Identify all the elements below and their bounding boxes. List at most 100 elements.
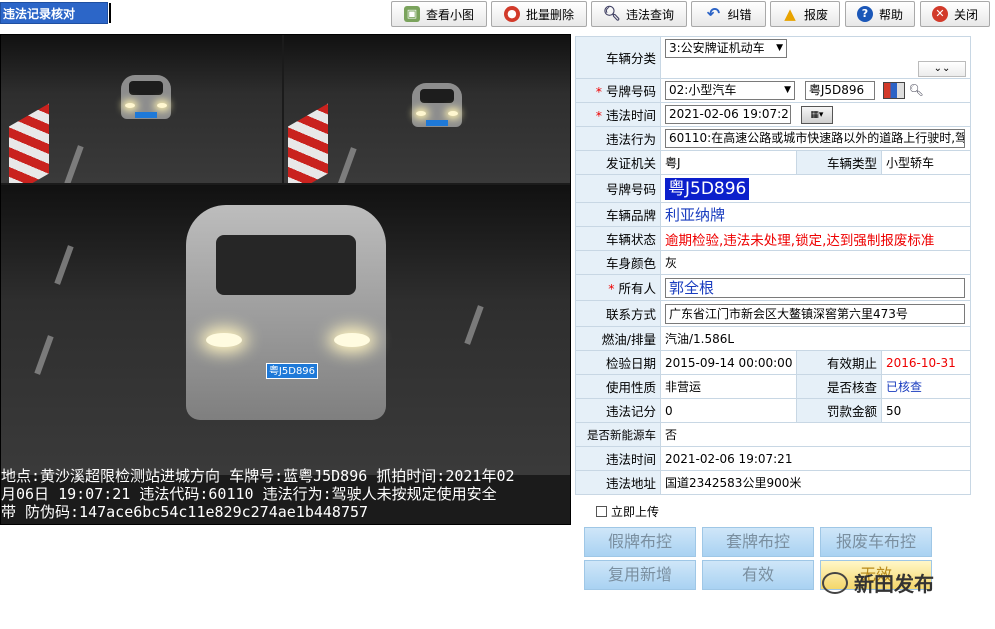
- valid-button[interactable]: 有效: [702, 560, 814, 590]
- caption-line: 地点:黄沙溪超限检测站进城方向 车牌号:蓝粤J5D896 抓拍时间:2021年0…: [1, 467, 515, 485]
- watermark: 新田发布: [822, 568, 934, 597]
- checkbox-box[interactable]: [596, 506, 607, 517]
- correct-button[interactable]: ↶ 纠错: [691, 1, 766, 27]
- violation-query-button[interactable]: 🔍︎ 违法查询: [591, 1, 687, 27]
- capture-photo[interactable]: 粤J5D896 地点:黄沙溪超限检测站进城方向 车牌号:蓝粤J5D896 抓拍时…: [0, 34, 571, 525]
- close-icon: ✕: [931, 6, 948, 22]
- upload-now-checkbox[interactable]: 立即上传: [596, 503, 659, 520]
- plate-type-value: 02:小型汽车: [669, 83, 737, 97]
- usage-value: 非营运: [660, 374, 797, 399]
- expand-button[interactable]: ⌄⌄: [918, 61, 966, 77]
- violation-location-label: 违法地址: [575, 470, 661, 495]
- contact-input[interactable]: 广东省江门市新会区大鳌镇深窖第六里473号: [665, 303, 965, 324]
- camera-frame-main: 粤J5D896: [1, 185, 570, 475]
- violation-behavior-input[interactable]: 60110:在高速公路或城市快速路以外的道路上行驶时,驾: [665, 129, 965, 148]
- vehicle-brand-label: 车辆品牌: [575, 202, 661, 227]
- fuel-label: 燃油/排量: [575, 326, 661, 351]
- vehicle-category-select[interactable]: 3:公安牌证机动车 ▼: [665, 39, 787, 58]
- chevron-down-icon: ▼: [784, 85, 791, 95]
- inspection-date-label: 检验日期: [575, 350, 661, 375]
- new-energy-label: 是否新能源车: [575, 422, 661, 447]
- license-plate: 粤J5D896: [266, 363, 318, 379]
- chevron-down-icon: ▼: [776, 43, 783, 53]
- help-label: 帮助: [878, 7, 903, 22]
- violation-query-label: 违法查询: [625, 7, 674, 22]
- contact-label: 联系方式: [575, 300, 661, 327]
- correct-label: 纠错: [727, 7, 752, 22]
- vehicle-category-value: 3:公安牌证机动车: [669, 41, 765, 55]
- violation-behavior-cell: 60110:在高速公路或城市快速路以外的道路上行驶时,驾: [660, 126, 971, 151]
- contact-cell: 广东省江门市新会区大鳌镇深窖第六里473号: [660, 300, 971, 327]
- view-thumbnail-button[interactable]: ▣ 查看小图: [391, 1, 487, 27]
- valid-until-value: 2016-10-31: [881, 350, 971, 375]
- fake-plate-control-button[interactable]: 假牌布控: [584, 527, 696, 557]
- plate-number-input[interactable]: 粤J5D896: [804, 81, 875, 100]
- body-color-label: 车身颜色: [575, 250, 661, 275]
- text-cursor: [109, 3, 111, 23]
- new-energy-value: 否: [660, 422, 971, 447]
- calendar-icon[interactable]: ▦▾: [800, 105, 833, 124]
- points-label: 违法记分: [575, 398, 661, 423]
- verified-value: 已核查: [881, 374, 971, 399]
- camera-frame-2: [284, 35, 570, 183]
- search-icon: 🔍︎: [603, 6, 621, 22]
- violation-behavior-label: 违法行为: [575, 126, 661, 151]
- batch-delete-button[interactable]: ● 批量删除: [491, 1, 587, 27]
- view-thumbnail-label: 查看小图: [425, 7, 474, 22]
- usage-label: 使用性质: [575, 374, 661, 399]
- points-value: 0: [660, 398, 797, 423]
- plate-number-label: 号牌号码: [575, 174, 661, 203]
- owner-label: * 所有人: [575, 274, 661, 301]
- vehicle-status-value: 逾期检验,违法未处理,锁定,达到强制报废标准: [660, 226, 971, 251]
- warning-icon: ▲: [784, 5, 796, 23]
- verified-label: 是否核查: [796, 374, 882, 399]
- vehicle-status-label: 车辆状态: [575, 226, 661, 251]
- undo-icon: ↶: [706, 4, 721, 23]
- window-title: 违法记录核对: [0, 2, 108, 24]
- plate-type-select[interactable]: 02:小型汽车 ▼: [665, 81, 795, 100]
- plate-type-cell: 02:小型汽车 ▼ 粤J5D896 🔍︎: [660, 78, 971, 103]
- owner-cell: 郭全根: [660, 274, 971, 301]
- cloned-plate-control-button[interactable]: 套牌布控: [702, 527, 814, 557]
- photo-caption: 地点:黄沙溪超限检测站进城方向 车牌号:蓝粤J5D896 抓拍时间:2021年0…: [1, 467, 570, 521]
- close-button[interactable]: ✕ 关闭: [920, 1, 990, 27]
- scrap-vehicle-control-button[interactable]: 报废车布控: [820, 527, 932, 557]
- search-icon[interactable]: 🔍︎: [908, 83, 923, 97]
- issuing-authority-value: 粤J: [660, 150, 797, 175]
- caption-line: 月06日 19:07:21 违法代码:60110 违法行为:驾驶人未按规定使用安…: [1, 485, 497, 503]
- vehicle-category-label: 车辆分类: [575, 36, 661, 79]
- valid-until-label: 有效期止: [796, 350, 882, 375]
- app-window: 违法记录核对 ▣ 查看小图 ● 批量删除 🔍︎ 违法查询 ↶ 纠错 ▲ 报废 ?…: [0, 0, 995, 629]
- report-scrap-button[interactable]: ▲ 报废: [770, 1, 840, 27]
- upload-now-label: 立即上传: [611, 505, 660, 519]
- plate-number-cell: 粤J5D896: [660, 174, 971, 203]
- plate-picker-icon[interactable]: [882, 82, 905, 99]
- vehicle-type-label: 车辆类型: [796, 150, 882, 175]
- violation-time-input[interactable]: 2021-02-06 19:07:21: [665, 105, 791, 124]
- watermark-text: 新田发布: [854, 572, 934, 596]
- record-form: 车辆分类 3:公安牌证机动车 ▼ ⌄⌄ * 号牌号码 02:小型汽车 ▼ 粤J5…: [575, 36, 971, 495]
- vehicle-type-value: 小型轿车: [881, 150, 971, 175]
- plate-number-display: 粤J5D896: [665, 177, 750, 200]
- fine-label: 罚款金额: [796, 398, 882, 423]
- wechat-icon: [822, 571, 848, 594]
- car-closeup: [186, 205, 386, 420]
- issuing-authority-label: 发证机关: [575, 150, 661, 175]
- violation-location-value: 国道2342583公里900米: [660, 470, 971, 495]
- help-button[interactable]: ? 帮助: [845, 1, 915, 27]
- owner-input[interactable]: 郭全根: [665, 277, 965, 298]
- caption-line: 带 防伪码:147ace6bc54c11e829c274ae1b448757: [1, 503, 369, 521]
- vehicle-brand-value: 利亚纳牌: [660, 202, 971, 227]
- report-scrap-label: 报废: [803, 7, 828, 22]
- fuel-value: 汽油/1.586L: [660, 326, 971, 351]
- close-label: 关闭: [953, 7, 978, 22]
- reuse-add-button[interactable]: 复用新增: [584, 560, 696, 590]
- camera-frame-1: [1, 35, 282, 183]
- picture-icon: ▣: [403, 6, 420, 22]
- violation-time2-label: 违法时间: [575, 446, 661, 471]
- delete-icon: ●: [503, 6, 520, 22]
- fine-value: 50: [881, 398, 971, 423]
- plate-type-label: * 号牌号码: [575, 78, 661, 103]
- vehicle-category-cell: 3:公安牌证机动车 ▼ ⌄⌄: [660, 36, 971, 79]
- toolbar: 违法记录核对 ▣ 查看小图 ● 批量删除 🔍︎ 违法查询 ↶ 纠错 ▲ 报废 ?…: [0, 0, 995, 28]
